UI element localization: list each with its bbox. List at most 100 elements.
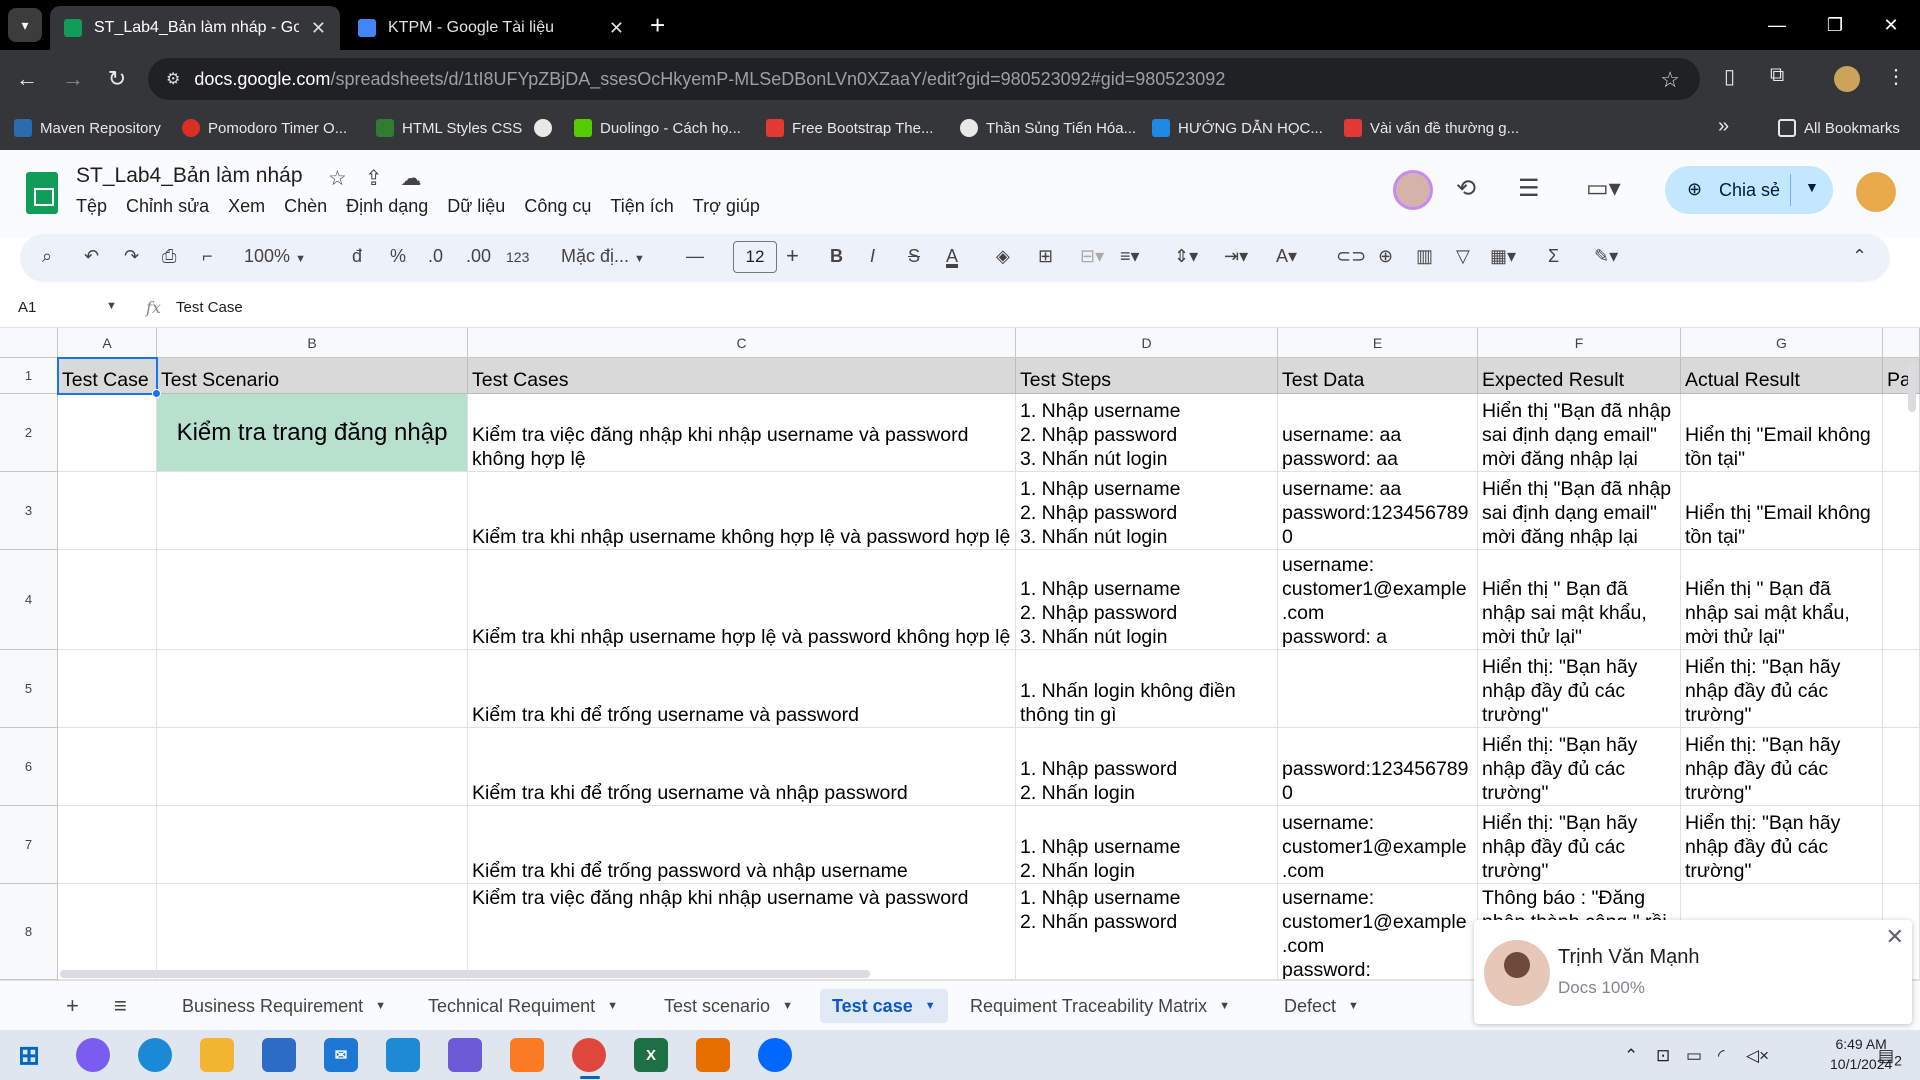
browser-tab-docs[interactable]: KTPM - Google Tài liệu ✕ bbox=[344, 6, 638, 50]
table-cell-expected[interactable]: Hiển thị: "Bạn hãy nhập đầy đủ các trườn… bbox=[1478, 806, 1681, 884]
all-bookmarks-button[interactable]: All Bookmarks bbox=[1778, 119, 1900, 137]
table-cell[interactable] bbox=[157, 806, 468, 884]
text-color-button[interactable]: A bbox=[946, 246, 958, 267]
table-cell-steps[interactable]: 1. Nhập username 2. Nhập password 3. Nhấ… bbox=[1016, 550, 1278, 650]
sheets-logo-icon[interactable] bbox=[26, 172, 58, 214]
table-cell[interactable] bbox=[157, 650, 468, 728]
table-cell-actual[interactable]: Hiển thị "Email không tồn tại" bbox=[1681, 472, 1883, 550]
search-menus-icon[interactable]: ⌕ bbox=[42, 246, 52, 267]
collapse-menus-icon[interactable]: ⌃ bbox=[1852, 246, 1867, 267]
bookmark-pomodoro[interactable]: Pomodoro Timer O... bbox=[182, 119, 347, 137]
scenario-cell[interactable]: Kiểm tra trang đăng nhập bbox=[157, 394, 468, 472]
table-cell-test-case[interactable]: Kiểm tra khi nhập username hợp lệ và pas… bbox=[468, 550, 1016, 650]
decrease-decimal-button[interactable]: .0 bbox=[428, 246, 443, 267]
table-cell-test-case[interactable]: Kiểm tra việc đăng nhập khi nhập usernam… bbox=[468, 884, 1016, 980]
table-cell-expected[interactable]: Hiển thị: "Bạn hãy nhập đầy đủ các trườn… bbox=[1478, 728, 1681, 806]
filter-icon[interactable]: ▽ bbox=[1456, 246, 1470, 267]
table-cell[interactable] bbox=[58, 472, 157, 550]
row-header-3[interactable]: 3 bbox=[0, 472, 58, 550]
print-icon[interactable]: ⎙ bbox=[162, 246, 176, 267]
table-cell-expected[interactable]: Hiển thị " Bạn đã nhập sai mật khẩu, mời… bbox=[1478, 550, 1681, 650]
sheet-tab-test-case[interactable]: Test case ▼ bbox=[820, 989, 948, 1023]
table-cell[interactable] bbox=[157, 550, 468, 650]
align-vertical-icon[interactable]: ⇕▾ bbox=[1174, 246, 1198, 267]
undo-icon[interactable]: ↶ bbox=[84, 246, 99, 267]
forward-button[interactable]: → bbox=[56, 62, 90, 96]
collaborator-avatar[interactable] bbox=[1393, 170, 1433, 210]
header-cell[interactable]: Test Scenario bbox=[157, 358, 468, 394]
formula-input[interactable]: Test Case bbox=[176, 299, 243, 316]
bookmark-duolingo[interactable]: Duolingo - Cách họ... bbox=[574, 119, 741, 137]
percent-format-button[interactable]: % bbox=[390, 246, 406, 267]
table-cell[interactable] bbox=[58, 728, 157, 806]
menu-data[interactable]: Dữ liệu bbox=[447, 196, 505, 217]
close-tab-icon[interactable]: ✕ bbox=[609, 18, 624, 39]
meet-icon[interactable]: ▭▾ bbox=[1586, 174, 1621, 203]
url-input[interactable]: ⚙ docs.google.com/spreadsheets/d/1tI8UFY… bbox=[148, 58, 1700, 100]
chevron-down-icon[interactable]: ▼ bbox=[925, 1000, 936, 1012]
bookmark-van-de[interactable]: Vài vấn đề thường g... bbox=[1344, 119, 1519, 137]
chevron-down-icon[interactable]: ▼ bbox=[782, 1000, 793, 1012]
table-cell-data[interactable]: username: customer1@example .com passwor… bbox=[1278, 884, 1478, 980]
header-cell[interactable]: Test Cases bbox=[468, 358, 1016, 394]
phone-icon[interactable]: ▯ bbox=[1724, 64, 1735, 89]
bold-button[interactable]: B bbox=[830, 246, 843, 267]
column-header-g[interactable]: G bbox=[1681, 328, 1883, 358]
font-size-input[interactable]: 12 bbox=[733, 241, 777, 273]
input-tools-icon[interactable]: ✎▾ bbox=[1594, 246, 1618, 267]
tray-chevron-icon[interactable]: ⌃ bbox=[1624, 1046, 1638, 1066]
menu-help[interactable]: Trợ giúp bbox=[693, 196, 760, 217]
table-cell-expected[interactable]: Hiển thị "Bạn đã nhập sai định dạng emai… bbox=[1478, 394, 1681, 472]
app-hexagon-icon[interactable] bbox=[448, 1038, 482, 1072]
table-cell[interactable] bbox=[1883, 550, 1920, 650]
move-folder-icon[interactable]: ⇪ bbox=[365, 166, 383, 191]
all-sheets-icon[interactable]: ≡ bbox=[114, 993, 127, 1019]
vscode-icon[interactable] bbox=[386, 1038, 420, 1072]
table-cell-data[interactable]: username: aa password:123456789 0 bbox=[1278, 472, 1478, 550]
table-cell-steps[interactable]: 1. Nhập username 2. Nhấn password bbox=[1016, 884, 1278, 980]
table-cell-data[interactable] bbox=[1278, 650, 1478, 728]
table-cell-steps[interactable]: 1. Nhập username 2. Nhập password 3. Nhấ… bbox=[1016, 394, 1278, 472]
table-cell-steps[interactable]: 1. Nhấn login không điền thông tin gì bbox=[1016, 650, 1278, 728]
name-box[interactable]: A1 bbox=[18, 299, 36, 316]
table-cell[interactable] bbox=[1883, 806, 1920, 884]
font-size-decrease-button[interactable]: — bbox=[686, 246, 704, 267]
insert-comment-icon[interactable]: ⊕ bbox=[1378, 246, 1393, 267]
table-cell[interactable] bbox=[58, 884, 157, 980]
redo-icon[interactable]: ↷ bbox=[124, 246, 139, 267]
table-cell-data[interactable]: password:123456789 0 bbox=[1278, 728, 1478, 806]
table-cell[interactable] bbox=[1883, 472, 1920, 550]
insert-link-icon[interactable]: ⊂⊃ bbox=[1336, 246, 1366, 267]
currency-format-button[interactable]: đ bbox=[352, 246, 362, 267]
table-cell[interactable] bbox=[58, 650, 157, 728]
back-button[interactable]: ← bbox=[10, 62, 44, 96]
fill-color-icon[interactable]: ◈ bbox=[996, 246, 1010, 267]
sheet-tab-defect[interactable]: Defect ▼ bbox=[1272, 989, 1371, 1023]
header-cell[interactable]: Test Steps bbox=[1016, 358, 1278, 394]
text-rotation-icon[interactable]: A▾ bbox=[1276, 246, 1297, 267]
menu-file[interactable]: Tệp bbox=[76, 196, 107, 217]
row-header-1[interactable]: 1 bbox=[0, 358, 58, 394]
column-header-d[interactable]: D bbox=[1016, 328, 1278, 358]
merge-cells-icon[interactable]: ⊟▾ bbox=[1080, 246, 1104, 267]
share-button[interactable]: ⊕ Chia sẻ ▼ bbox=[1665, 166, 1833, 214]
table-cell-test-case[interactable]: Kiểm tra khi để trống username và passwo… bbox=[468, 650, 1016, 728]
font-size-increase-button[interactable]: + bbox=[786, 243, 799, 269]
microsoft-store-icon[interactable] bbox=[262, 1038, 296, 1072]
strikethrough-button[interactable]: S bbox=[908, 246, 920, 267]
reload-button[interactable]: ↻ bbox=[100, 62, 134, 96]
account-avatar[interactable] bbox=[1856, 172, 1896, 212]
sheet-tab-traceability-matrix[interactable]: Requiment Traceability Matrix ▼ bbox=[958, 989, 1242, 1023]
table-cell-actual[interactable]: Hiển thị: "Bạn hãy nhập đầy đủ các trườn… bbox=[1681, 806, 1883, 884]
header-cell[interactable]: Test Data bbox=[1278, 358, 1478, 394]
document-title[interactable]: ST_Lab4_Bản làm nháp bbox=[76, 164, 303, 188]
menu-extensions[interactable]: Tiện ích bbox=[610, 196, 673, 217]
java-icon[interactable] bbox=[696, 1038, 730, 1072]
close-tab-icon[interactable]: ✕ bbox=[311, 18, 326, 39]
bookmark-bootstrap[interactable]: Free Bootstrap The... bbox=[766, 119, 933, 137]
table-cell-test-case[interactable]: Kiểm tra khi để trống password và nhập u… bbox=[468, 806, 1016, 884]
bookmark-huong-dan[interactable]: HƯỚNG DẪN HỌC... bbox=[1152, 119, 1323, 137]
new-tab-button[interactable]: + bbox=[650, 8, 665, 42]
collaborator-notification[interactable]: Trịnh Văn Mạnh Docs 100% ✕ bbox=[1474, 920, 1912, 1024]
table-cell-data[interactable]: username: customer1@example .com passwor… bbox=[1278, 550, 1478, 650]
